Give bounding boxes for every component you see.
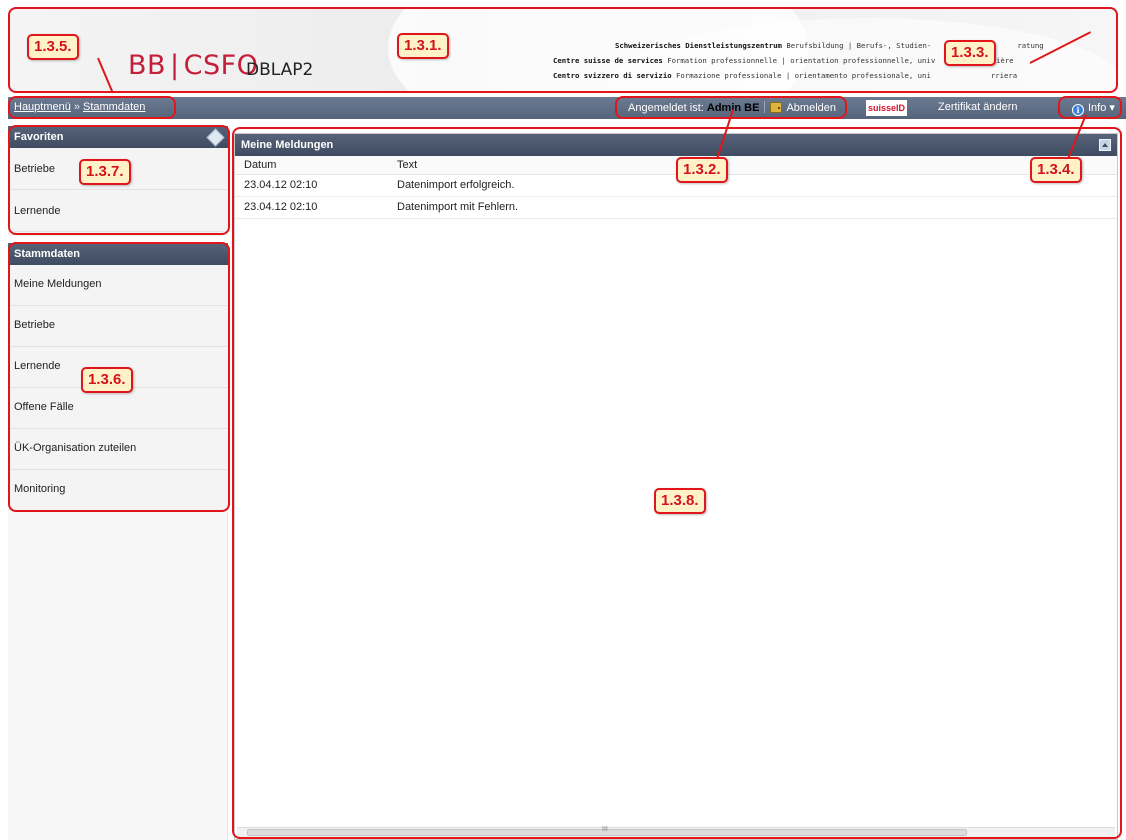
annotation-label-1-3-7: 1.3.7.	[79, 159, 131, 185]
sidebar-empty-area	[8, 512, 228, 840]
annotation-label-1-3-8: 1.3.8.	[654, 488, 706, 514]
info-menu[interactable]: i Info ▾	[1072, 101, 1115, 116]
menu-item-monitoring[interactable]: Monitoring	[8, 470, 228, 511]
breadcrumb-stammdaten[interactable]: Stammdaten	[83, 101, 145, 113]
change-certificate-link[interactable]: Zertifikat ändern	[938, 101, 1017, 113]
breadcrumb-separator: »	[73, 101, 80, 113]
annotation-label-1-3-2: 1.3.2.	[676, 157, 728, 183]
suisseid-logo[interactable]: suisseID	[866, 100, 908, 116]
app-name: DBLAP2	[246, 60, 314, 80]
cell-date: 23.04.12 02:10	[235, 196, 388, 219]
breadcrumb: Hauptmenü» Stammdaten	[14, 101, 145, 113]
collapse-icon[interactable]	[1099, 139, 1111, 151]
stammdaten-header: Stammdaten	[8, 243, 228, 265]
divider	[764, 101, 766, 113]
table-row[interactable]: 23.04.12 02:10 Datenimport mit Fehlern.	[235, 196, 1117, 219]
page: BB | CSFO DBLAP2 Schweizerisches Dienstlei…	[0, 0, 1126, 840]
menu-item-offene-faelle[interactable]: Offene Fälle	[8, 388, 228, 429]
favorite-item-lernende[interactable]: Lernende	[8, 190, 228, 232]
tag-icon[interactable]	[206, 128, 225, 147]
breadcrumb-hauptmenu[interactable]: Hauptmenü	[14, 101, 71, 113]
annotation-label-1-3-1: 1.3.1.	[397, 33, 449, 59]
cell-text: Datenimport mit Fehlern.	[388, 196, 1117, 219]
messages-title: Meine Meldungen	[241, 139, 334, 151]
org-line-it: Centro svizzero di servizio Formazione p…	[553, 71, 1018, 80]
menu-item-betriebe[interactable]: Betriebe	[8, 306, 228, 347]
menu-item-uek-organisation[interactable]: ÜK-Organisation zuteilen	[8, 429, 228, 470]
info-label: Info	[1088, 102, 1107, 114]
logout-icon[interactable]	[770, 102, 783, 113]
messages-panel: Meine Meldungen Datum Text 23.04.12 02:1…	[234, 133, 1118, 840]
logo-separator: |	[170, 50, 180, 81]
logo-bb: BB	[128, 50, 167, 81]
favorites-title: Favoriten	[14, 131, 64, 143]
navigation-bar: Hauptmenü» Stammdaten Angemeldet ist: Adm…	[8, 97, 1126, 119]
chevron-down-icon: ▾	[1109, 102, 1115, 114]
messages-header: Meine Meldungen	[235, 134, 1117, 156]
scrollbar-grip: III	[602, 826, 608, 833]
cell-date: 23.04.12 02:10	[235, 174, 388, 197]
annotation-label-1-3-4: 1.3.4.	[1030, 157, 1082, 183]
logout-link[interactable]: Abmelden	[786, 102, 836, 114]
horizontal-scrollbar[interactable]: III	[237, 826, 1115, 837]
column-header-datum[interactable]: Datum	[235, 156, 388, 175]
logged-in-label: Angemeldet ist:	[628, 102, 704, 114]
annotation-label-1-3-6: 1.3.6.	[81, 367, 133, 393]
cell-text: Datenimport erfolgreich.	[388, 174, 1117, 197]
favorites-header: Favoriten	[8, 126, 228, 148]
annotation-label-1-3-5: 1.3.5.	[27, 34, 79, 60]
column-header-text[interactable]: Text	[388, 156, 1117, 175]
sdbb-logo[interactable]: BB | CSFO	[128, 50, 258, 81]
info-icon: i	[1072, 104, 1084, 116]
annotation-label-1-3-3: 1.3.3.	[944, 40, 996, 66]
menu-item-meine-meldungen[interactable]: Meine Meldungen	[8, 265, 228, 306]
